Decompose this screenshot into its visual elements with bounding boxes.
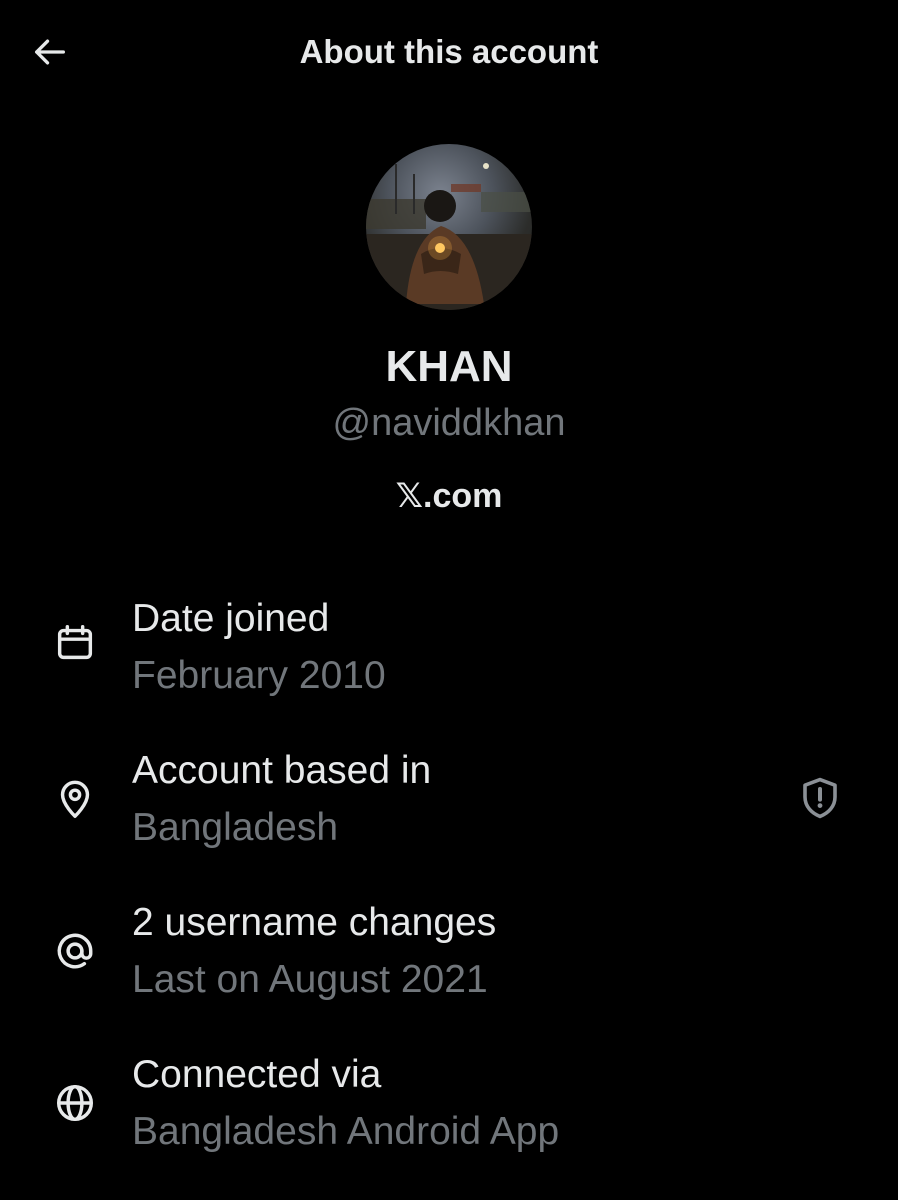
account-based-in-value: Bangladesh xyxy=(132,806,339,849)
username-changes-row: 2 username changes Last on August 2021 xyxy=(0,894,898,1024)
username-changes-value: Last on August 2021 xyxy=(132,958,488,1001)
location-pin-icon xyxy=(60,780,90,818)
date-joined-row: Date joined February 2010 xyxy=(0,590,898,720)
account-based-in-row: Account based in Bangladesh xyxy=(0,742,898,872)
connected-via-label: Connected via xyxy=(132,1053,382,1096)
account-based-in-label: Account based in xyxy=(132,749,432,792)
date-joined-label: Date joined xyxy=(132,597,330,640)
username-changes-label: 2 username changes xyxy=(132,901,497,944)
username-handle: @naviddkhan xyxy=(332,402,566,444)
shield-alert-icon[interactable] xyxy=(796,774,844,822)
at-sign-icon xyxy=(57,933,93,969)
avatar[interactable] xyxy=(366,144,532,310)
top-bar: About this account xyxy=(0,0,898,104)
connected-via-row: Connected via Bangladesh Android App xyxy=(0,1046,898,1176)
calendar-icon xyxy=(57,624,93,660)
globe-icon xyxy=(56,1084,94,1122)
display-name: KHAN xyxy=(385,342,513,391)
connected-via-value: Bangladesh Android App xyxy=(132,1110,560,1153)
date-joined-value: February 2010 xyxy=(132,654,386,697)
page-title: About this account xyxy=(299,33,599,70)
source-label: 𝕏.com xyxy=(395,477,503,515)
